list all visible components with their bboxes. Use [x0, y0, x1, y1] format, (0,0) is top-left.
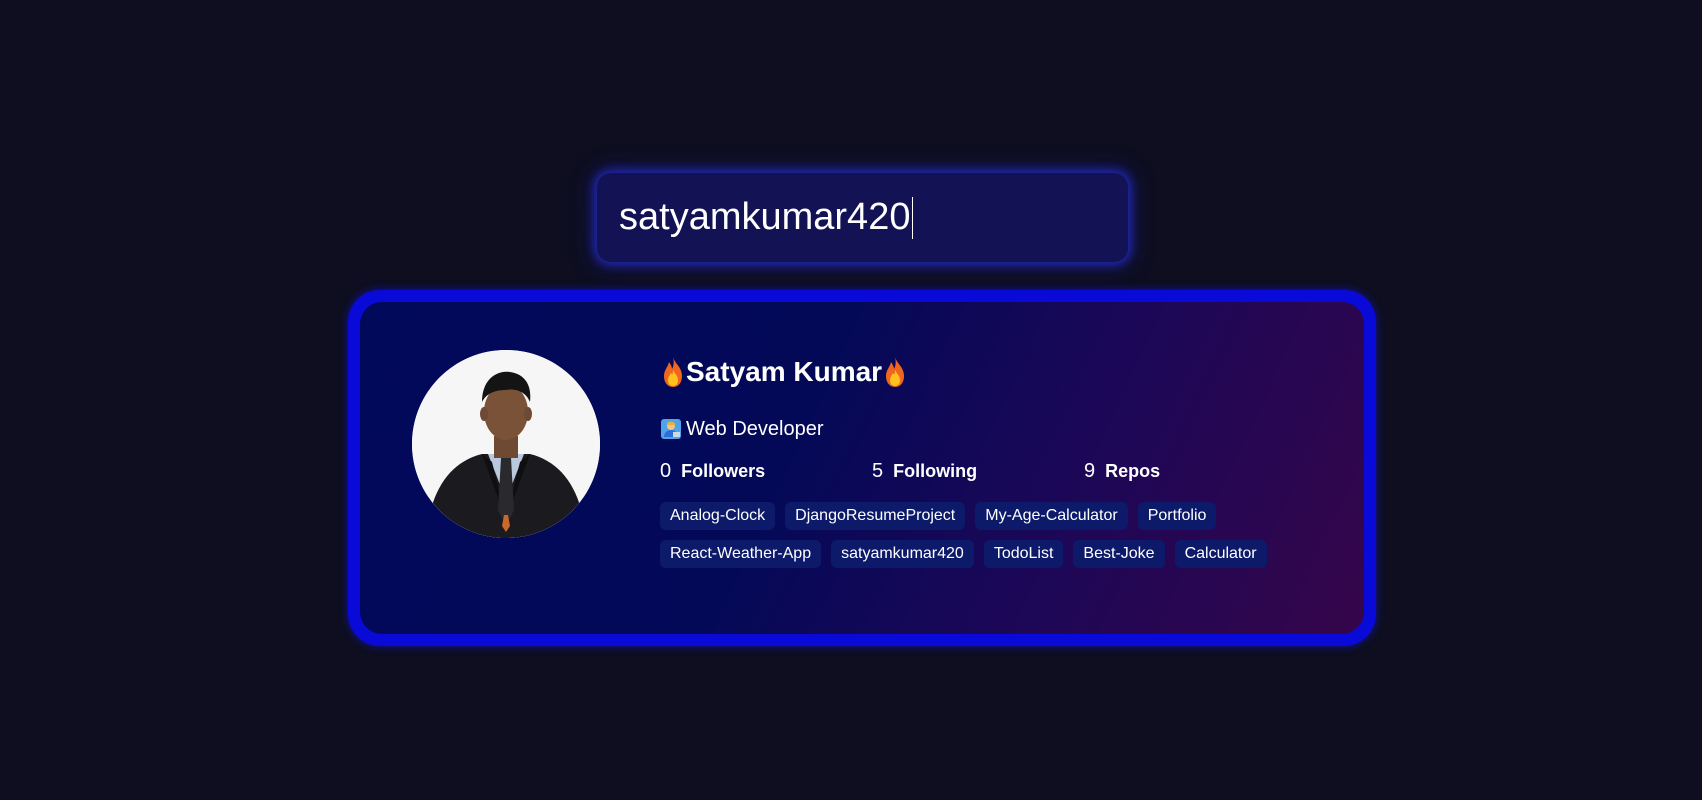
search-box[interactable]: satyamkumar420: [597, 173, 1128, 262]
profile-card-body: Satyam Kumar Web Developer 0 Followers 5…: [360, 302, 1364, 634]
stat-value: 0: [660, 459, 672, 482]
avatar-photo: [412, 350, 600, 538]
repo-link[interactable]: Portfolio: [1137, 502, 1217, 530]
avatar: [412, 350, 600, 538]
profile-card: Satyam Kumar Web Developer 0 Followers 5…: [348, 290, 1376, 646]
profile-bio: Web Developer: [686, 417, 824, 440]
repo-list: Analog-Clock DjangoResumeProject My-Age-…: [660, 502, 1300, 568]
fire-icon: [664, 357, 682, 387]
repo-link[interactable]: TodoList: [983, 540, 1064, 568]
fire-icon: [886, 357, 905, 387]
repo-link[interactable]: DjangoResumeProject: [785, 502, 966, 530]
app-root: satyamkumar420 Satyam Kumar Web Develope…: [0, 0, 1702, 800]
search-input[interactable]: satyamkumar420: [619, 196, 914, 239]
stat-label: Followers: [681, 460, 766, 481]
repo-link[interactable]: Analog-Clock: [660, 502, 776, 530]
profile-info: Satyam Kumar Web Developer 0 Followers 5…: [660, 352, 1324, 568]
profile-name-row: Satyam Kumar: [660, 352, 1324, 392]
stat-repos: 9 Repos: [1084, 460, 1296, 483]
person-at-laptop-icon: [661, 419, 681, 439]
stat-value: 5: [872, 459, 884, 482]
stat-following: 5 Following: [872, 460, 1084, 483]
repo-link[interactable]: My-Age-Calculator: [975, 502, 1128, 530]
stat-label: Following: [893, 460, 978, 481]
profile-bio-row: Web Developer: [660, 416, 1324, 442]
repo-link[interactable]: React-Weather-App: [660, 540, 822, 568]
stat-value: 9: [1084, 459, 1096, 482]
repo-link[interactable]: Calculator: [1174, 540, 1267, 568]
repo-link[interactable]: satyamkumar420: [831, 540, 974, 568]
stat-followers: 0 Followers: [660, 460, 872, 483]
repo-link[interactable]: Best-Joke: [1073, 540, 1165, 568]
text-caret: [912, 196, 914, 239]
stat-label: Repos: [1105, 460, 1161, 481]
profile-name: Satyam Kumar: [686, 356, 883, 387]
profile-stats: 0 Followers 5 Following 9 Repos: [660, 458, 1324, 484]
search-input-value[interactable]: satyamkumar420: [619, 196, 910, 239]
